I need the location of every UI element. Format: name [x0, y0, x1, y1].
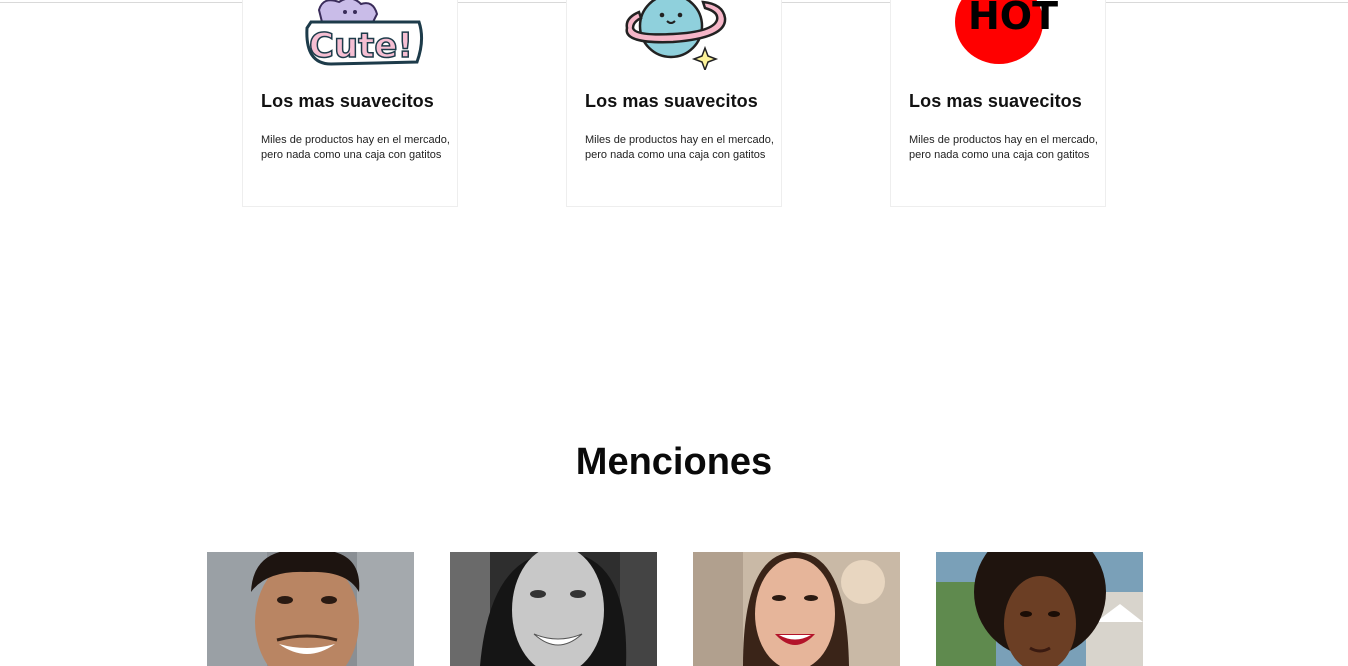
- section-title-menciones: Menciones: [575, 441, 773, 483]
- mention-photo: [450, 552, 657, 666]
- feature-card-title: Los mas suavecitos: [261, 91, 434, 111]
- cute-sticker-icon: Cute!: [301, 0, 427, 70]
- feature-card: Los mas suavecitos Miles de productos ha…: [566, 0, 782, 207]
- mention-photo: [693, 552, 900, 666]
- mention-photo: [936, 552, 1143, 666]
- hot-sticker-icon: HOT: [949, 0, 1075, 70]
- feature-card: Cute! Los mas suavecitos Miles de produc…: [242, 0, 458, 207]
- hot-sticker-text: HOT: [968, 0, 1058, 38]
- feature-card: HOT Los mas suavecitos Miles de producto…: [890, 0, 1106, 207]
- feature-card-text: Miles de productos hay en el mercado, pe…: [585, 134, 774, 161]
- feature-card-text: Miles de productos hay en el mercado, pe…: [909, 134, 1098, 161]
- cute-sticker-text: Cute!: [309, 26, 413, 66]
- feature-card-text: Miles de productos hay en el mercado, pe…: [261, 134, 450, 161]
- planet-sticker-icon: [625, 0, 751, 70]
- feature-card-title: Los mas suavecitos: [585, 91, 758, 111]
- feature-card-title: Los mas suavecitos: [909, 91, 1082, 111]
- mention-photo: [207, 552, 414, 666]
